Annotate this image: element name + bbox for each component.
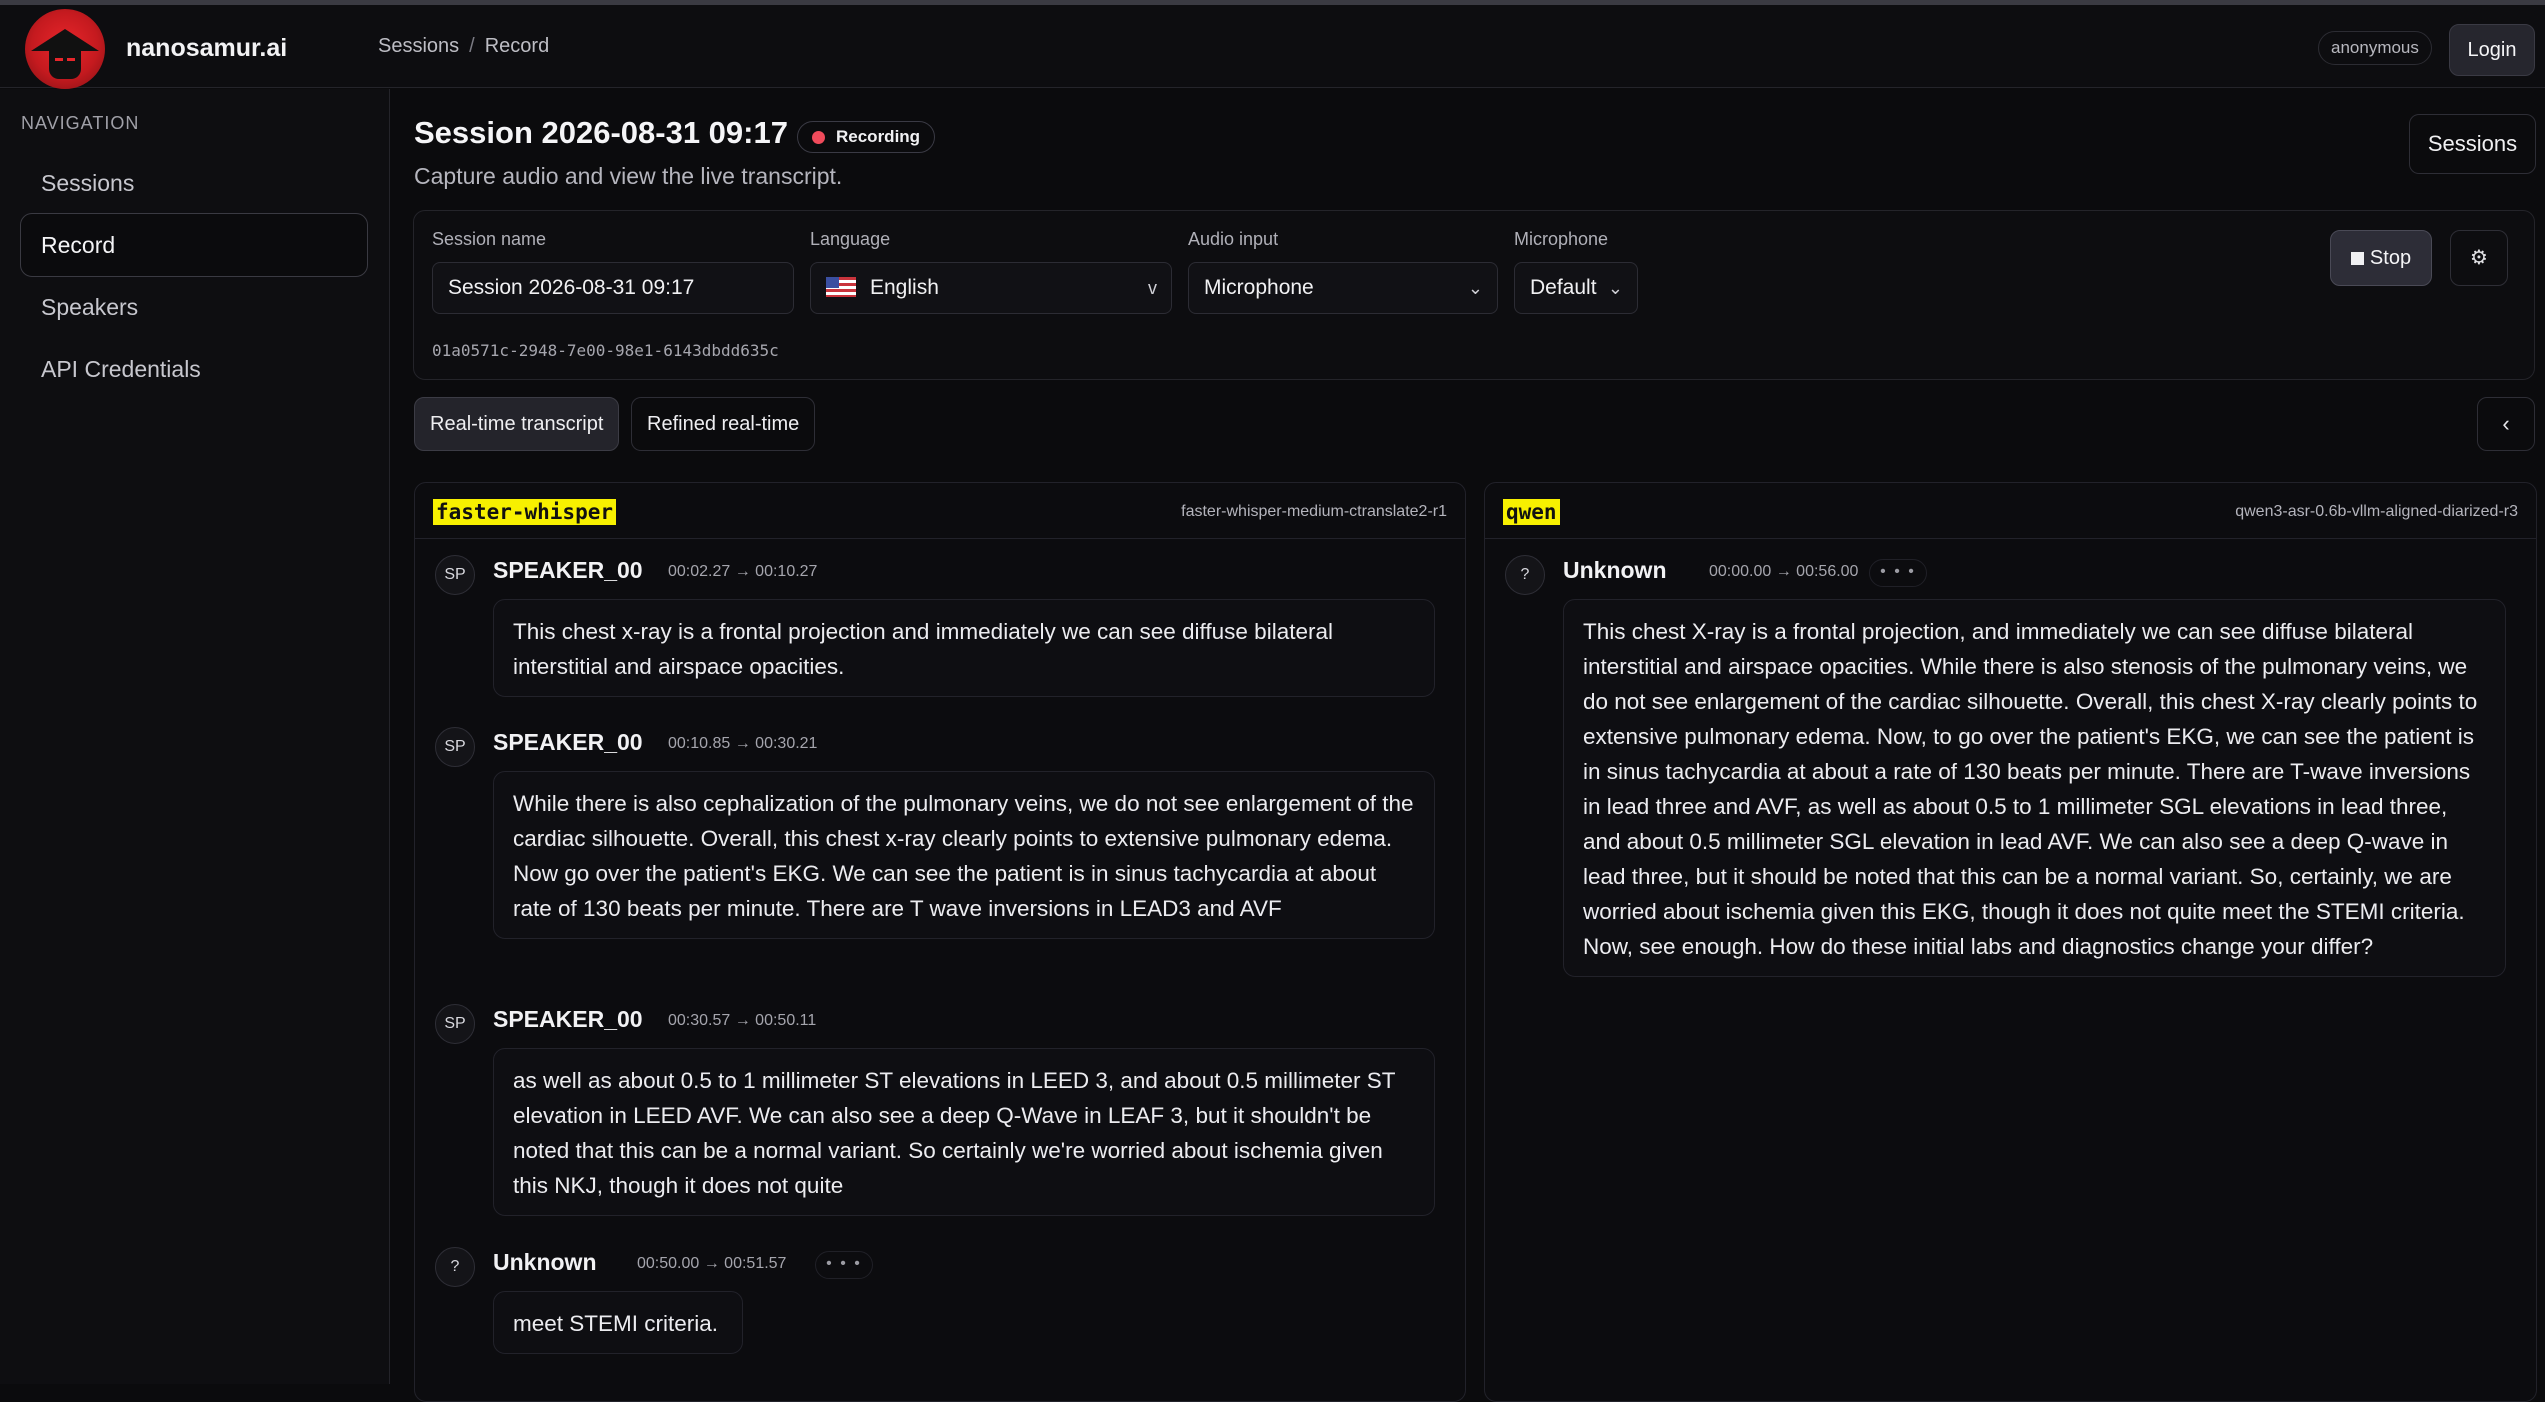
sidebar-item-record[interactable]: Record — [20, 213, 368, 277]
more-options-icon[interactable]: • • • — [1869, 559, 1927, 587]
top-bar: nanosamur.ai Sessions / Record anonymous L… — [0, 5, 2545, 89]
breadcrumb-separator: / — [469, 35, 475, 57]
transcript-segment: ? Unknown 00:00.00 → 00:56.00 • • • This… — [1505, 555, 2506, 1015]
tab-realtime-transcript[interactable]: Real-time transcript — [414, 397, 620, 451]
session-id: 01a0571c-2948-7e00-98e1-6143dbdd635c — [432, 341, 779, 360]
page-title: Session 2026-08-31 09:17 — [414, 115, 788, 150]
audio-input-label: Audio input — [1188, 229, 1279, 249]
settings-button[interactable]: ⚙ — [2450, 230, 2508, 286]
us-flag-icon — [826, 277, 856, 297]
transcript-segment: ? Unknown 00:50.00 → 00:51.57 • • • meet… — [435, 1247, 1435, 1397]
session-controls: Session name Session 2026-08-31 09:17 La… — [413, 210, 2535, 380]
engine-tag: qwen — [1503, 499, 1560, 525]
sidebar-item-api-credentials[interactable]: API Credentials — [20, 337, 368, 401]
sessions-button[interactable]: Sessions — [2409, 114, 2536, 174]
collapse-button[interactable]: ‹ — [2477, 397, 2535, 451]
chevron-down-icon: v — [1148, 278, 1157, 298]
segment-text: This chest X-ray is a frontal projection… — [1563, 599, 2506, 977]
sidebar-item-sessions[interactable]: Sessions — [20, 151, 368, 215]
chevron-left-icon: ‹ — [2502, 411, 2510, 436]
sidebar: NAVIGATION Sessions Record Speakers API … — [0, 89, 390, 1384]
recording-status-label: Recording — [836, 127, 921, 146]
segment-text: as well as about 0.5 to 1 millimeter ST … — [493, 1048, 1435, 1216]
breadcrumb-record: Record — [484, 35, 550, 57]
samurai-logo-icon[interactable] — [25, 9, 105, 89]
sidebar-item-speakers[interactable]: Speakers — [20, 275, 368, 339]
transcript-segment: SP SPEAKER_00 00:02.27 → 00:10.27 This c… — [435, 555, 1435, 715]
audio-input-value: Microphone — [1204, 276, 1314, 299]
speaker-name[interactable]: SPEAKER_00 — [493, 557, 643, 584]
chevron-down-icon: ⌄ — [1467, 278, 1483, 298]
speaker-avatar: SP — [435, 727, 475, 767]
page-subtitle: Capture audio and view the live transcri… — [414, 163, 843, 189]
segment-text: While there is also cephalization of the… — [493, 771, 1435, 939]
segment-time: 00:02.27 → 00:10.27 — [668, 563, 818, 580]
transcript-segment: SP SPEAKER_00 00:30.57 → 00:50.11 as wel… — [435, 1004, 1435, 1216]
breadcrumb-sessions[interactable]: Sessions — [378, 35, 459, 57]
transcript-panel-faster-whisper: faster-whisper faster-whisper-medium-ctr… — [414, 482, 1466, 1402]
language-value: English — [870, 276, 939, 299]
stop-label: Stop — [2369, 247, 2412, 269]
speaker-name[interactable]: SPEAKER_00 — [493, 729, 643, 756]
chevron-down-icon: ⌄ — [1607, 278, 1623, 298]
panel-header: qwen qwen3-asr-0.6b-vllm-aligned-diarize… — [1485, 483, 2536, 539]
speaker-avatar: SP — [435, 1004, 475, 1044]
speaker-name[interactable]: SPEAKER_00 — [493, 1006, 643, 1033]
transcript-segment: SP SPEAKER_00 00:10.85 → 00:30.21 While … — [435, 727, 1435, 977]
speaker-avatar: SP — [435, 555, 475, 595]
model-id: qwen3-asr-0.6b-vllm-aligned-diarized-r3 — [2235, 503, 2518, 520]
more-options-icon[interactable]: • • • — [815, 1251, 873, 1279]
session-name-input[interactable]: Session 2026-08-31 09:17 — [432, 262, 794, 314]
language-label: Language — [810, 229, 891, 249]
transcript-panel-qwen: qwen qwen3-asr-0.6b-vllm-aligned-diarize… — [1484, 482, 2537, 1402]
nav-title: NAVIGATION — [21, 113, 140, 133]
main-content: Session 2026-08-31 09:17 Recording Captu… — [391, 89, 2545, 1402]
login-button[interactable]: Login — [2449, 24, 2535, 76]
unknown-speaker-avatar: ? — [435, 1247, 475, 1287]
segment-time: 00:50.00 → 00:51.57 — [637, 1255, 787, 1272]
stop-button[interactable]: Stop — [2330, 230, 2432, 286]
microphone-value: Default — [1530, 276, 1597, 299]
recording-dot-icon — [812, 131, 825, 144]
user-badge: anonymous — [2318, 31, 2432, 65]
segment-time: 00:30.57 → 00:50.11 — [668, 1012, 817, 1029]
speaker-name[interactable]: Unknown — [493, 1249, 597, 1276]
language-select[interactable]: English v — [810, 262, 1172, 314]
segment-text: meet STEMI criteria. — [493, 1291, 743, 1354]
model-id: faster-whisper-medium-ctranslate2-r1 — [1181, 503, 1447, 520]
microphone-label: Microphone — [1514, 229, 1609, 249]
microphone-select[interactable]: Default ⌄ — [1514, 262, 1638, 314]
stop-icon — [2350, 252, 2364, 265]
segment-time: 00:10.85 → 00:30.21 — [668, 735, 818, 752]
engine-tag: faster-whisper — [433, 499, 617, 525]
session-name-label: Session name — [432, 229, 547, 249]
breadcrumb: Sessions / Record — [378, 35, 549, 58]
panel-header: faster-whisper faster-whisper-medium-ctr… — [415, 483, 1465, 539]
segment-text: This chest x-ray is a frontal projection… — [493, 599, 1435, 697]
audio-input-select[interactable]: Microphone ⌄ — [1188, 262, 1498, 314]
recording-status-badge: Recording — [797, 121, 936, 153]
segment-time: 00:00.00 → 00:56.00 — [1709, 563, 1859, 580]
brand-name[interactable]: nanosamur.ai — [126, 34, 287, 63]
speaker-name[interactable]: Unknown — [1563, 557, 1667, 584]
tab-refined-realtime[interactable]: Refined real-time — [631, 397, 816, 451]
unknown-speaker-avatar: ? — [1505, 555, 1545, 595]
gear-icon: ⚙ — [2470, 247, 2488, 269]
